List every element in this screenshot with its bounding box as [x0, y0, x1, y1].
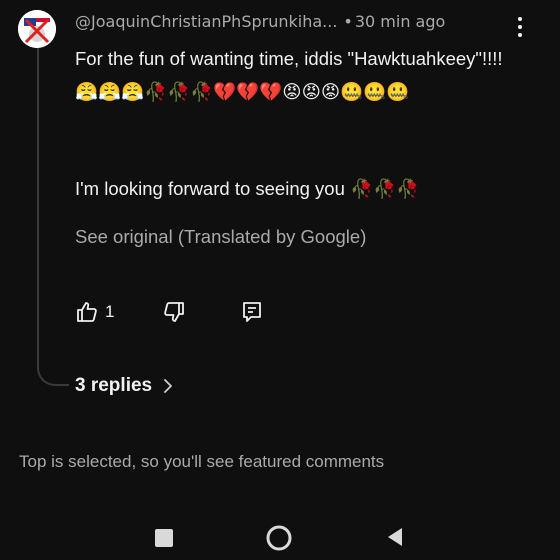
- recents-square-icon[interactable]: [155, 529, 173, 547]
- thumb-up-icon: [77, 302, 97, 322]
- comment-header: @JoaquinChristianPhSprunkiha... • 30 min a…: [75, 12, 505, 34]
- home-circle-icon[interactable]: [265, 524, 293, 552]
- see-original-link[interactable]: See original (Translated by Google): [75, 226, 366, 248]
- author-name[interactable]: @JoaquinChristianPhSprunkiha...: [75, 12, 337, 31]
- replies-label: 3 replies: [75, 375, 153, 396]
- back-triangle-icon[interactable]: [385, 526, 405, 548]
- separator-dot: •: [343, 12, 353, 31]
- thumb-down-icon: [164, 302, 184, 322]
- like-count: 1: [105, 302, 115, 321]
- chevron-right-icon: [164, 379, 173, 393]
- more-vert-icon[interactable]: [512, 14, 528, 40]
- reply-button[interactable]: [240, 300, 264, 324]
- featured-comments-note: Top is selected, so you'll see featured …: [19, 452, 385, 471]
- like-button[interactable]: 1: [75, 300, 114, 324]
- thread-line: [37, 48, 39, 366]
- comment-text: For the fun of wanting time, iddis "Hawk…: [75, 48, 503, 102]
- avatar[interactable]: [18, 10, 56, 48]
- reply-comment-icon: [243, 302, 261, 322]
- timestamp: 30 min ago: [354, 12, 446, 31]
- comment-actions: 1: [75, 300, 325, 328]
- system-nav-bar: [0, 512, 560, 560]
- dislike-button[interactable]: [162, 300, 186, 324]
- replies-toggle[interactable]: 3 replies: [75, 375, 174, 397]
- thread-connector: [37, 356, 69, 386]
- comment-text-second: I'm looking forward to seeing you 🥀🥀🥀: [75, 178, 420, 199]
